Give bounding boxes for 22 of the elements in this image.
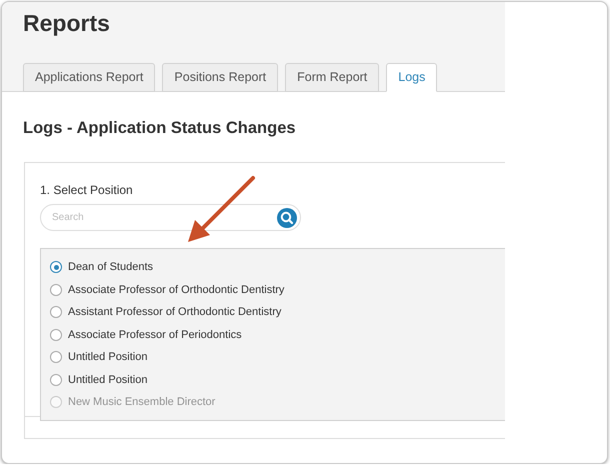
radio-button[interactable] [50, 328, 62, 341]
radio-button[interactable] [50, 396, 62, 408]
radio-button[interactable] [50, 284, 62, 296]
report-tab[interactable]: Applications Report [23, 63, 156, 92]
radio-button[interactable] [50, 351, 62, 364]
position-option[interactable]: Assistant Professor of Orthodontic Dentistry [68, 306, 282, 318]
report-tab[interactable]: Logs [386, 63, 438, 92]
position-option[interactable]: Untitled Position [68, 351, 148, 364]
radio-button[interactable] [50, 374, 62, 386]
search-icon[interactable] [277, 208, 297, 228]
radio-button[interactable] [50, 306, 62, 318]
position-option[interactable]: Untitled Position [68, 374, 148, 386]
radio-button[interactable] [50, 261, 62, 274]
position-option[interactable]: Associate Professor of Periodontics [68, 328, 242, 341]
position-option[interactable]: Associate Professor of Orthodontic Dentistry [68, 284, 284, 296]
field-label: 1. Select Position [40, 183, 134, 197]
report-tab[interactable]: Form Report [285, 63, 380, 92]
section-heading: Logs - Application Status Changes [23, 119, 297, 138]
page-title: Reports [23, 10, 111, 37]
report-tab[interactable]: Positions Report [162, 63, 278, 92]
search-field[interactable]: Search [40, 204, 301, 231]
position-option[interactable]: Dean of Students [68, 261, 154, 274]
